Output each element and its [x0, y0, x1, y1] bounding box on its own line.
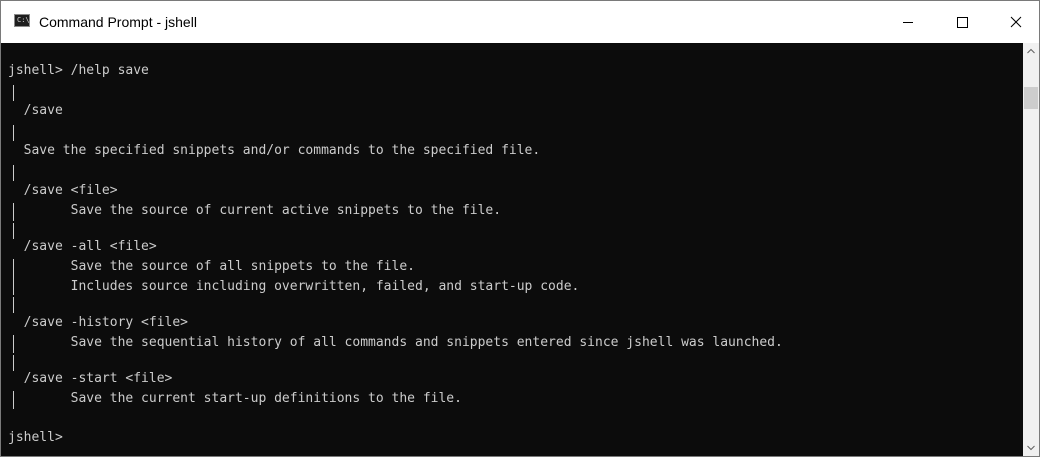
scrollbar-thumb[interactable]: [1024, 87, 1038, 109]
console-line: Save the specified snippets and/or comma…: [8, 143, 541, 158]
close-icon: [1010, 16, 1022, 28]
command-prompt-window: C:\ Command Prompt - jshell jshell> /hel…: [0, 0, 1040, 457]
console-line: /save -history <file>: [8, 315, 189, 330]
help-border-line: [13, 85, 14, 101]
close-button[interactable]: [993, 1, 1039, 43]
scroll-down-button[interactable]: [1023, 439, 1039, 456]
console-line: /save -start <file>: [8, 371, 173, 386]
help-border-line: [13, 125, 14, 141]
chevron-down-icon: [1027, 445, 1035, 451]
console-line: /save -all <file>: [8, 239, 157, 254]
maximize-icon: [957, 17, 968, 28]
help-border-line: [13, 165, 14, 181]
console-line: Save the sequential history of all comma…: [8, 335, 783, 350]
minimize-icon: [903, 22, 913, 23]
console-line: Includes source including overwritten, f…: [8, 279, 580, 294]
help-border-line: [13, 297, 14, 313]
window-title: Command Prompt - jshell: [39, 14, 197, 30]
console-line: /save: [8, 103, 63, 118]
vertical-scrollbar[interactable]: [1023, 43, 1039, 456]
chevron-up-icon: [1027, 48, 1035, 54]
scroll-up-button[interactable]: [1023, 43, 1039, 60]
console-line: Save the source of current active snippe…: [8, 203, 502, 218]
console-app-icon: C:\: [14, 14, 30, 27]
console-output[interactable]: jshell> /help save /save Save the specif…: [1, 43, 1023, 456]
title-bar[interactable]: C:\ Command Prompt - jshell: [1, 1, 1039, 43]
console-line: /save <file>: [8, 183, 118, 198]
console-line: jshell> /help save: [8, 63, 149, 78]
console-line: Save the current start-up definitions to…: [8, 391, 462, 406]
console-line: Save the source of all snippets to the f…: [8, 259, 415, 274]
maximize-button[interactable]: [939, 1, 985, 43]
console-prompt[interactable]: jshell>: [8, 428, 63, 448]
minimize-button[interactable]: [885, 1, 931, 43]
console-app-icon-label: C:\: [17, 16, 30, 24]
